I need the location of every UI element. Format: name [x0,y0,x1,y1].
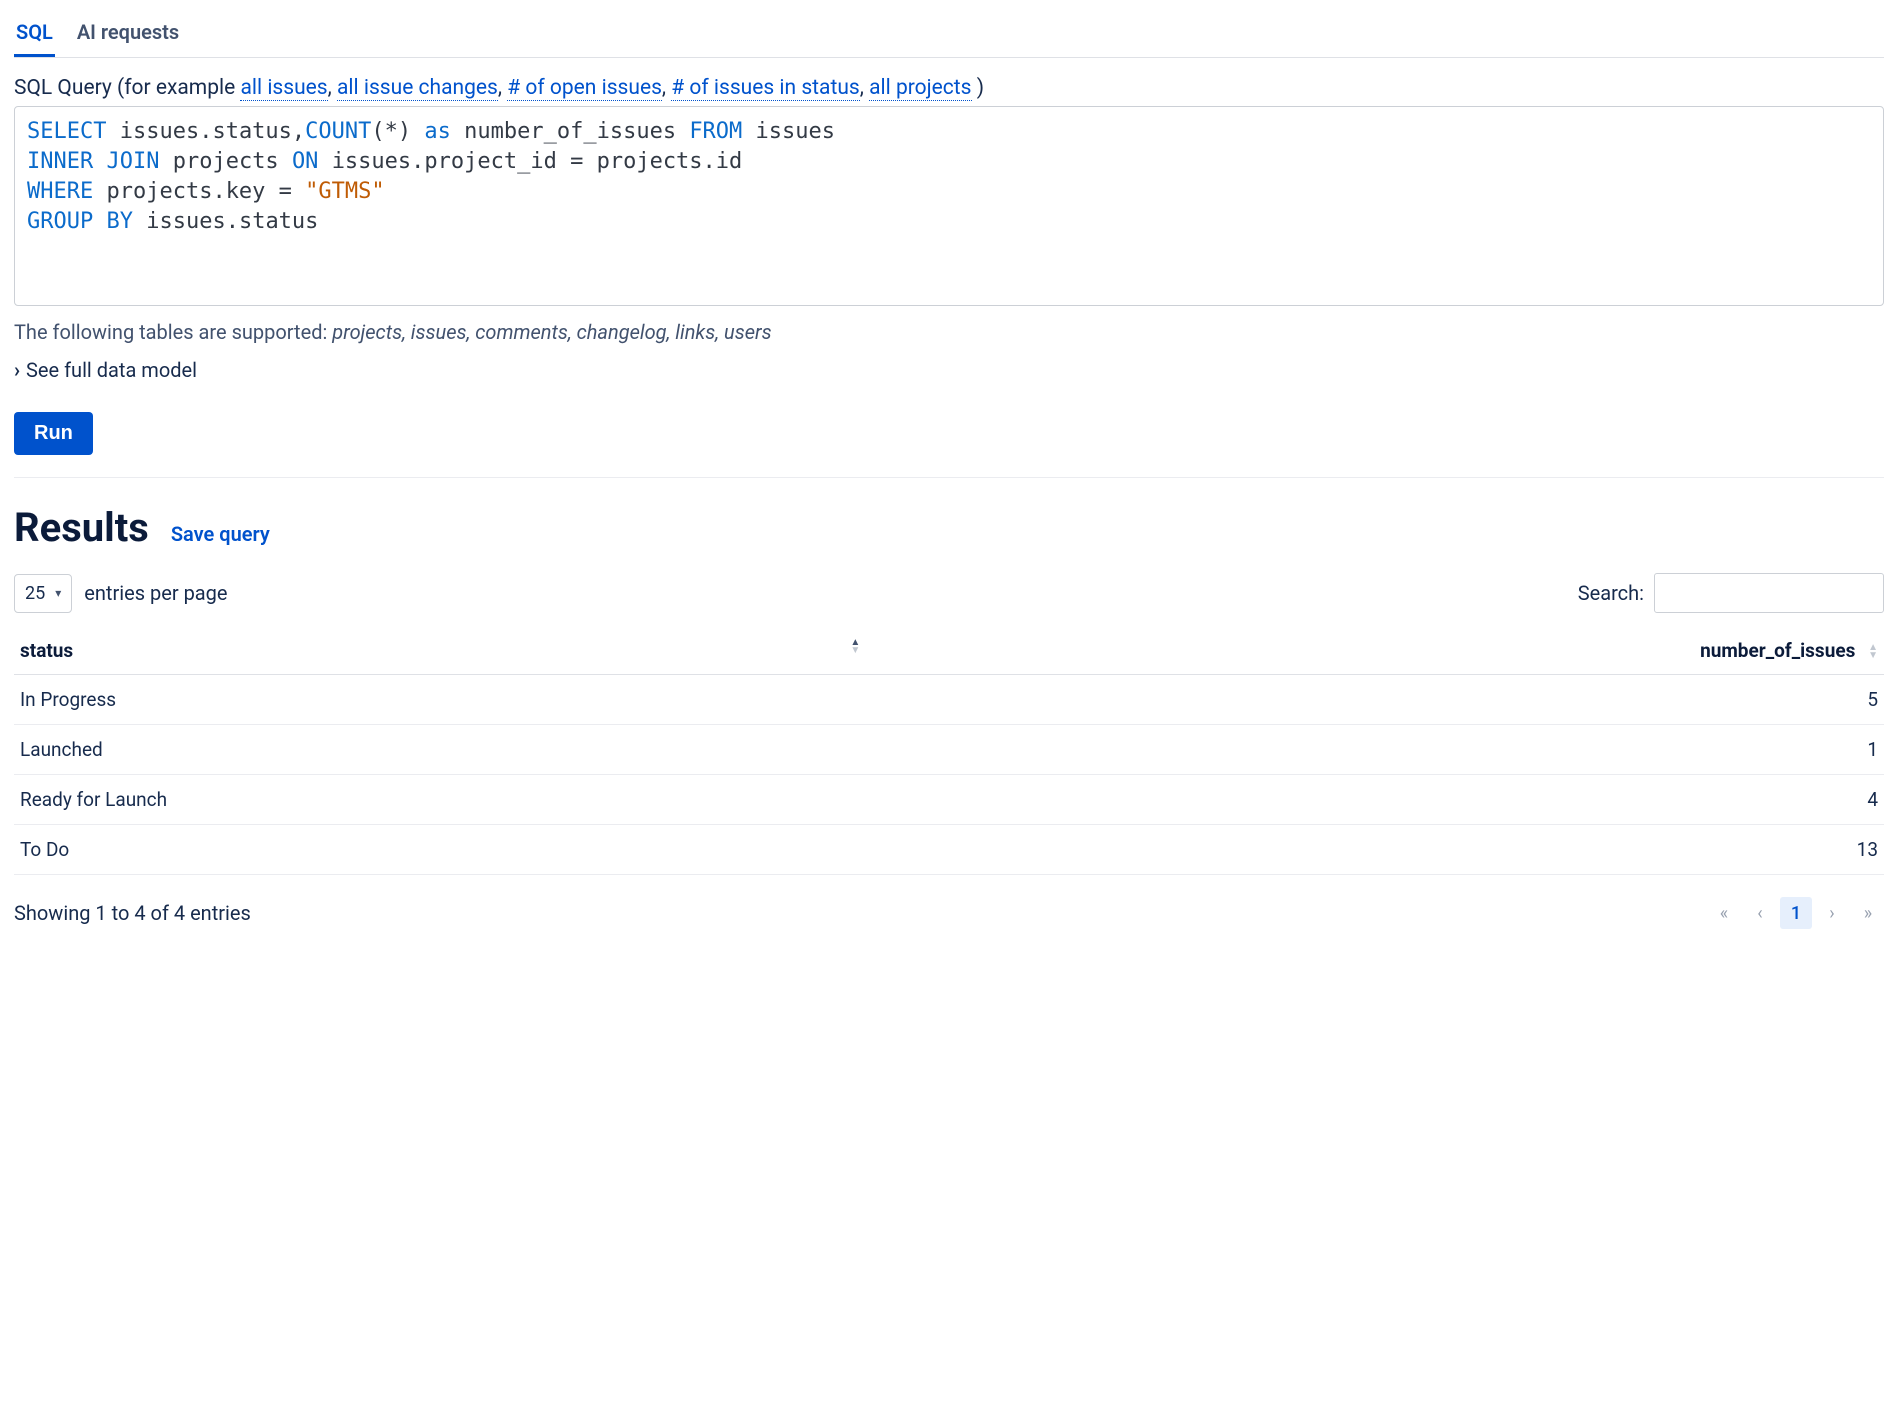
see-full-data-model[interactable]: › See full data model [14,358,197,382]
example-link[interactable]: all issues [240,76,327,101]
supported-tables: The following tables are supported: proj… [14,320,1884,344]
page-size-value: 25 [25,583,45,604]
col-status-header[interactable]: status ▲▼ [14,627,866,675]
results-heading: Results [14,504,149,551]
cell-status: Ready for Launch [14,775,866,825]
tab-ai-requests[interactable]: AI requests [75,14,181,57]
page-prev-button[interactable]: ‹ [1744,897,1776,929]
search-label: Search: [1578,581,1644,605]
cell-status: In Progress [14,675,866,725]
supported-prefix: The following tables are supported: [14,320,332,344]
chevron-right-icon: › [14,358,20,382]
cell-number: 1 [866,725,1884,775]
page-last-button[interactable]: » [1852,897,1884,929]
results-table: status ▲▼ number_of_issues ▲▼ In Progres… [14,627,1884,875]
table-row: Ready for Launch4 [14,775,1884,825]
divider [14,477,1884,478]
run-button[interactable]: Run [14,412,93,455]
page-first-button[interactable]: « [1708,897,1740,929]
page-size-select[interactable]: 25 ▾ [14,574,72,613]
chevron-down-icon: ▾ [55,586,61,600]
sort-icon: ▲▼ [850,639,860,655]
search-input[interactable] [1654,573,1884,613]
col-number-header[interactable]: number_of_issues ▲▼ [866,627,1884,675]
cell-status: Launched [14,725,866,775]
col-number-label: number_of_issues [1700,639,1855,662]
cell-status: To Do [14,825,866,875]
save-query-link[interactable]: Save query [171,522,270,546]
page-number-button[interactable]: 1 [1780,897,1812,929]
query-label-prefix: SQL Query (for example [14,76,240,100]
query-label: SQL Query (for example all issues, all i… [14,76,1884,100]
query-label-suffix: ) [977,76,984,100]
tab-sql[interactable]: SQL [14,14,55,57]
example-link[interactable]: all issue changes [337,76,498,101]
example-link[interactable]: # of open issues [507,76,662,101]
sort-icon: ▲▼ [1868,644,1878,660]
example-link[interactable]: # of issues in status [671,76,860,101]
entries-per-page-label: entries per page [84,581,227,605]
table-row: To Do13 [14,825,1884,875]
showing-text: Showing 1 to 4 of 4 entries [14,901,251,925]
cell-number: 4 [866,775,1884,825]
page-next-button[interactable]: › [1816,897,1848,929]
supported-list: projects, issues, comments, changelog, l… [332,320,771,344]
data-model-label: See full data model [26,358,197,382]
table-row: In Progress5 [14,675,1884,725]
pagination: « ‹ 1 › » [1708,897,1884,929]
sql-editor[interactable]: SELECT issues.status,COUNT(*) as number_… [14,106,1884,306]
cell-number: 13 [866,825,1884,875]
col-status-label: status [20,639,73,662]
table-row: Launched1 [14,725,1884,775]
example-link[interactable]: all projects [869,76,971,101]
tab-bar: SQL AI requests [14,14,1884,58]
cell-number: 5 [866,675,1884,725]
